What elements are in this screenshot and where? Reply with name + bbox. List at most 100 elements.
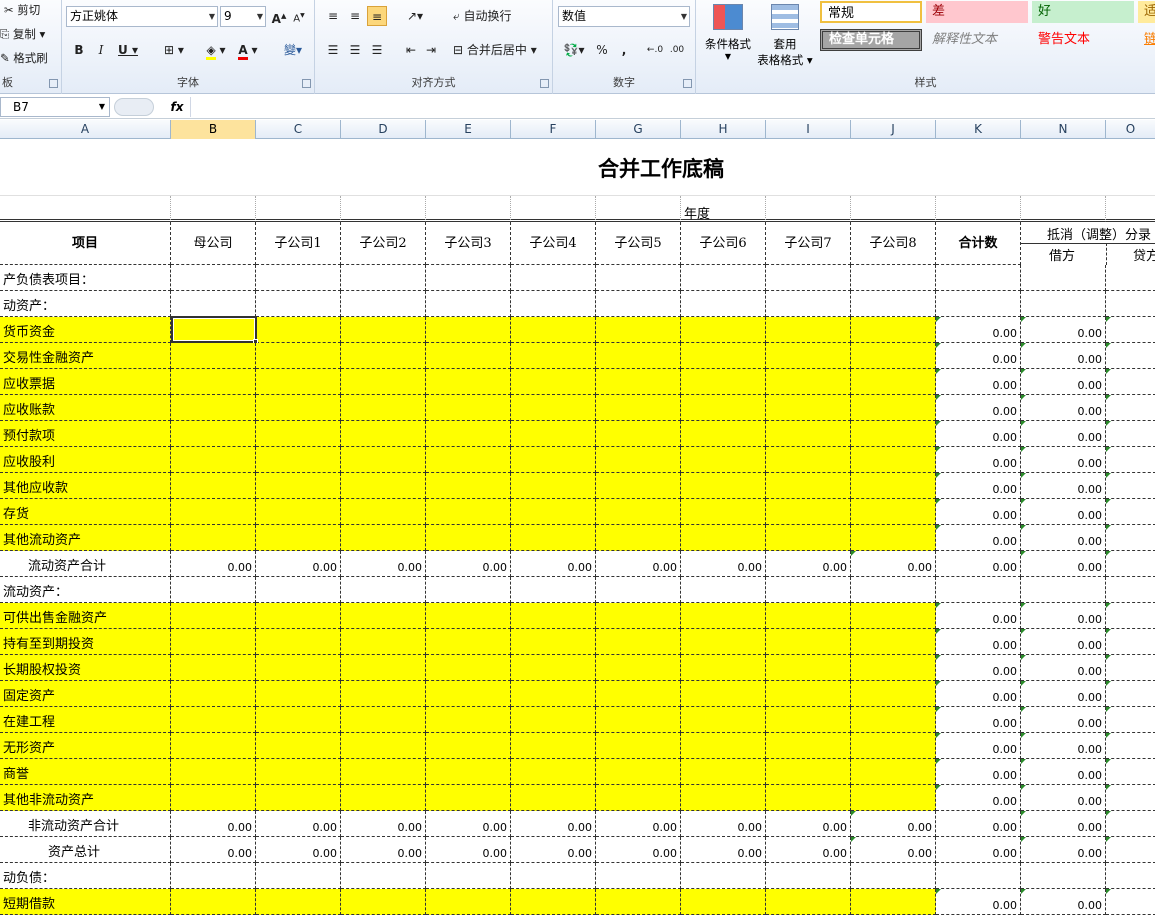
subtotal-cell[interactable]: 0.00 — [596, 551, 681, 577]
input-cell[interactable] — [341, 759, 426, 785]
decrease-decimal-button[interactable]: .00 — [667, 40, 687, 60]
input-cell[interactable] — [171, 707, 256, 733]
input-cell[interactable] — [171, 343, 256, 369]
total-cell[interactable]: 0.00 — [1021, 603, 1106, 629]
input-cell[interactable] — [766, 499, 851, 525]
cell[interactable] — [1021, 139, 1106, 196]
row-label[interactable]: 应收票据 — [0, 369, 171, 395]
input-cell[interactable] — [511, 785, 596, 811]
input-cell[interactable] — [256, 343, 341, 369]
input-cell[interactable] — [766, 447, 851, 473]
empty-cell[interactable] — [511, 863, 596, 889]
subtotal-cell[interactable]: 0.00 — [341, 811, 426, 837]
input-cell[interactable] — [171, 681, 256, 707]
input-cell[interactable] — [851, 629, 936, 655]
empty-cell[interactable] — [936, 265, 1021, 291]
total-cell[interactable]: 0.00 — [1021, 499, 1106, 525]
empty-cell[interactable] — [341, 265, 426, 291]
input-cell[interactable] — [426, 499, 511, 525]
input-cell[interactable] — [681, 395, 766, 421]
input-cell[interactable] — [171, 889, 256, 915]
row-label[interactable]: 其他应收款 — [0, 473, 171, 499]
input-cell[interactable] — [596, 525, 681, 551]
row-label[interactable]: 动资产： — [0, 291, 171, 317]
total-cell[interactable]: 0.00 — [1021, 317, 1106, 343]
empty-cell[interactable] — [256, 577, 341, 603]
subtotal-cell[interactable]: 0.00 — [256, 837, 341, 863]
increase-indent-button[interactable]: ⇥ — [421, 40, 441, 60]
cut-button[interactable]: ✂ 剪切 — [4, 2, 40, 18]
empty-cell[interactable] — [1021, 577, 1106, 603]
subtotal-cell[interactable]: 0.00 — [596, 837, 681, 863]
input-cell[interactable] — [766, 889, 851, 915]
input-cell[interactable] — [681, 499, 766, 525]
total-cell[interactable]: 0.00 — [936, 785, 1021, 811]
total-cell[interactable]: 0.00 — [936, 343, 1021, 369]
shrink-font-button[interactable]: A▼ — [290, 6, 308, 26]
total-cell[interactable] — [1106, 499, 1155, 525]
input-cell[interactable] — [681, 603, 766, 629]
empty-cell[interactable] — [936, 863, 1021, 889]
input-cell[interactable] — [511, 421, 596, 447]
empty-cell[interactable] — [426, 291, 511, 317]
input-cell[interactable] — [681, 525, 766, 551]
input-cell[interactable] — [256, 603, 341, 629]
cell[interactable] — [256, 139, 341, 196]
input-cell[interactable] — [681, 733, 766, 759]
align-bottom-button[interactable]: ≡ — [367, 6, 387, 26]
total-cell[interactable]: 0.00 — [936, 525, 1021, 551]
total-cell[interactable] — [1106, 733, 1155, 759]
empty-cell[interactable] — [596, 577, 681, 603]
cell[interactable] — [0, 196, 171, 222]
input-cell[interactable] — [171, 473, 256, 499]
input-cell[interactable] — [681, 447, 766, 473]
empty-cell[interactable] — [936, 577, 1021, 603]
empty-cell[interactable] — [1106, 265, 1155, 291]
style-warning[interactable]: 警告文本 — [1032, 29, 1134, 51]
input-cell[interactable] — [766, 525, 851, 551]
cell[interactable] — [936, 196, 1021, 222]
input-cell[interactable] — [256, 421, 341, 447]
empty-cell[interactable] — [511, 291, 596, 317]
input-cell[interactable] — [426, 317, 511, 343]
total-cell[interactable]: 0.00 — [936, 707, 1021, 733]
row-label[interactable]: 资产总计 — [0, 837, 171, 863]
input-cell[interactable] — [596, 733, 681, 759]
header-sub-6[interactable]: 子公司6 — [681, 222, 766, 265]
input-cell[interactable] — [426, 785, 511, 811]
input-cell[interactable] — [256, 447, 341, 473]
row-label[interactable]: 在建工程 — [0, 707, 171, 733]
header-sub-5[interactable]: 子公司5 — [596, 222, 681, 265]
input-cell[interactable] — [426, 525, 511, 551]
input-cell[interactable] — [341, 343, 426, 369]
total-cell[interactable] — [1106, 395, 1155, 421]
column-header-n[interactable]: N — [1021, 120, 1106, 139]
empty-cell[interactable] — [596, 291, 681, 317]
empty-cell[interactable] — [851, 265, 936, 291]
empty-cell[interactable] — [341, 577, 426, 603]
total-cell[interactable]: 0.00 — [1021, 447, 1106, 473]
number-launcher-icon[interactable] — [683, 79, 692, 88]
input-cell[interactable] — [341, 681, 426, 707]
input-cell[interactable] — [851, 317, 936, 343]
input-cell[interactable] — [851, 499, 936, 525]
empty-cell[interactable] — [171, 863, 256, 889]
subtotal-cell[interactable]: 0.00 — [766, 811, 851, 837]
empty-cell[interactable] — [681, 577, 766, 603]
header-sub-8[interactable]: 子公司8 — [851, 222, 936, 265]
empty-cell[interactable] — [1021, 291, 1106, 317]
input-cell[interactable] — [511, 759, 596, 785]
cell[interactable] — [511, 139, 596, 196]
total-cell[interactable] — [1106, 681, 1155, 707]
header-elimination[interactable]: 抵消（调整）分录 借方 贷方 — [1021, 222, 1155, 265]
cell[interactable] — [1106, 139, 1155, 196]
input-cell[interactable] — [256, 499, 341, 525]
merge-center-button[interactable]: ⊟ 合并后居中 ▾ — [453, 40, 549, 60]
row-label[interactable]: 流动资产合计 — [0, 551, 171, 577]
row-label[interactable]: 无形资产 — [0, 733, 171, 759]
row-label[interactable]: 应收账款 — [0, 395, 171, 421]
header-sub-2[interactable]: 子公司2 — [341, 222, 426, 265]
input-cell[interactable] — [681, 785, 766, 811]
input-cell[interactable] — [596, 421, 681, 447]
input-cell[interactable] — [766, 473, 851, 499]
